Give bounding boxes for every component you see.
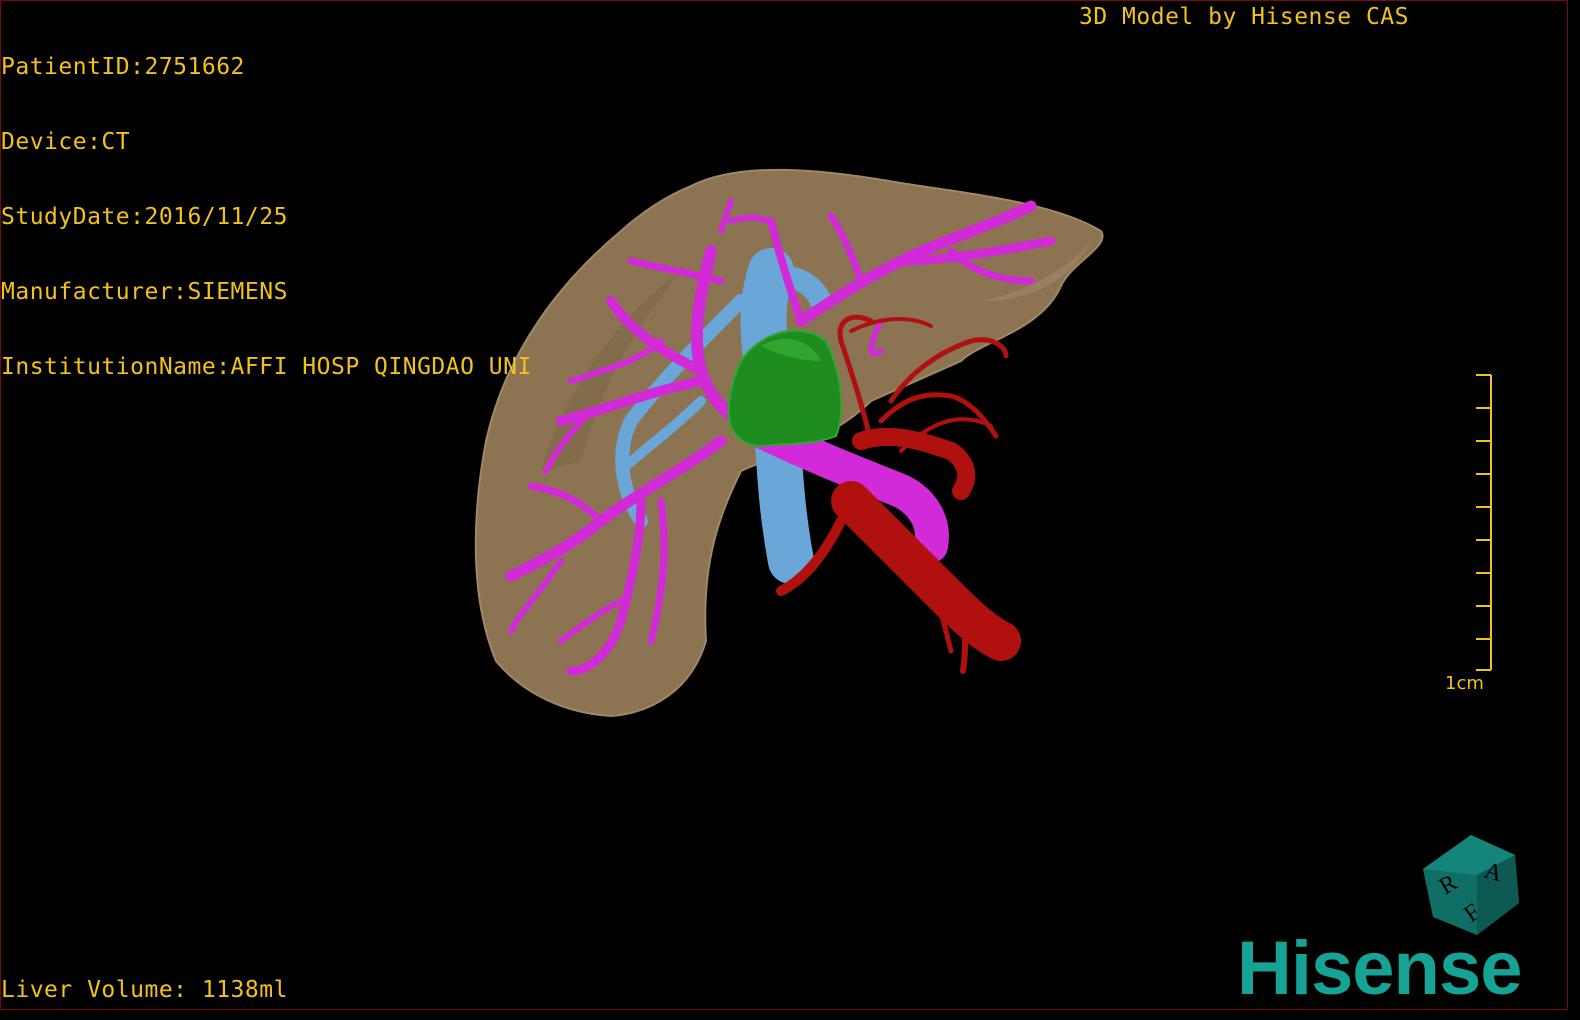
orientation-cube-icon[interactable]: R A F [1419,833,1523,937]
scale-bar [1476,374,1492,671]
3d-viewport[interactable]: PatientID:2751662 Device:CT StudyDate:20… [0,0,1568,1010]
device: Device:CT [1,129,131,155]
patient-id: PatientID:2751662 [1,54,245,80]
study-info: PatientID:2751662 Device:CT StudyDate:20… [1,5,532,430]
model-credit: 3D Model by Hisense CAS [1079,4,1409,30]
scale-label: 1cm [1445,673,1484,694]
manufacturer: Manufacturer:SIEMENS [1,279,288,305]
institution-name: InstitutionName:AFFI HOSP QINGDAO UNI [1,354,532,380]
liver-volume: Liver Volume: 1138ml [1,977,288,1003]
hisense-logo: Hisense [1237,926,1522,1010]
study-date: StudyDate:2016/11/25 [1,204,288,230]
